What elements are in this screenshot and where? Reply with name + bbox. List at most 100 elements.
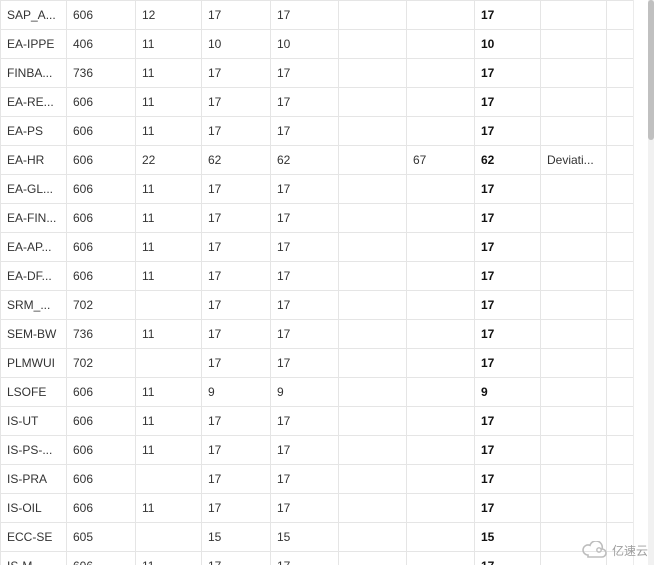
table-row[interactable]: LSOFE60611999: [1, 378, 634, 407]
table-cell[interactable]: 11: [136, 204, 202, 233]
table-cell[interactable]: [541, 1, 607, 30]
table-cell[interactable]: 606: [67, 233, 136, 262]
table-cell[interactable]: 11: [136, 59, 202, 88]
table-cell[interactable]: [607, 146, 634, 175]
table-cell[interactable]: [607, 291, 634, 320]
table-cell[interactable]: 17: [271, 175, 339, 204]
table-cell[interactable]: 11: [136, 262, 202, 291]
table-cell[interactable]: 17: [271, 320, 339, 349]
table-cell[interactable]: 606: [67, 262, 136, 291]
table-row[interactable]: EA-GL...60611171717: [1, 175, 634, 204]
table-cell[interactable]: IS-OIL: [1, 494, 67, 523]
table-cell[interactable]: [339, 233, 407, 262]
table-cell[interactable]: [607, 320, 634, 349]
vertical-scrollbar-thumb[interactable]: [648, 0, 654, 140]
table-cell[interactable]: [607, 59, 634, 88]
table-cell[interactable]: [339, 523, 407, 552]
table-cell[interactable]: 17: [271, 407, 339, 436]
table-cell[interactable]: [136, 349, 202, 378]
table-cell[interactable]: [339, 465, 407, 494]
table-cell[interactable]: 17: [475, 320, 541, 349]
table-cell[interactable]: [339, 378, 407, 407]
table-cell[interactable]: [407, 494, 475, 523]
table-cell[interactable]: [407, 1, 475, 30]
table-cell[interactable]: 606: [67, 117, 136, 146]
table-cell[interactable]: [541, 378, 607, 407]
table-cell[interactable]: ECC-SE: [1, 523, 67, 552]
table-cell[interactable]: [541, 88, 607, 117]
table-cell[interactable]: [339, 30, 407, 59]
table-row[interactable]: FINBA...73611171717: [1, 59, 634, 88]
table-cell[interactable]: [607, 349, 634, 378]
table-cell[interactable]: [541, 262, 607, 291]
table-cell[interactable]: 17: [271, 494, 339, 523]
table-cell[interactable]: [407, 378, 475, 407]
table-cell[interactable]: 17: [202, 436, 271, 465]
table-row[interactable]: IS-M60611171717: [1, 552, 634, 565]
table-cell[interactable]: [407, 320, 475, 349]
table-cell[interactable]: 606: [67, 88, 136, 117]
table-cell[interactable]: 17: [475, 436, 541, 465]
table-cell[interactable]: Deviati...: [541, 146, 607, 175]
table-row[interactable]: EA-FIN...60611171717: [1, 204, 634, 233]
table-cell[interactable]: [541, 233, 607, 262]
table-cell[interactable]: [339, 494, 407, 523]
table-cell[interactable]: EA-HR: [1, 146, 67, 175]
table-cell[interactable]: [541, 320, 607, 349]
table-cell[interactable]: 17: [202, 349, 271, 378]
table-cell[interactable]: 17: [475, 59, 541, 88]
table-cell[interactable]: [607, 523, 634, 552]
table-cell[interactable]: 17: [271, 262, 339, 291]
table-cell[interactable]: [339, 88, 407, 117]
table-cell[interactable]: [339, 436, 407, 465]
table-cell[interactable]: 17: [271, 291, 339, 320]
table-cell[interactable]: SAP_A...: [1, 1, 67, 30]
table-cell[interactable]: 17: [202, 175, 271, 204]
table-row[interactable]: PLMWUI702171717: [1, 349, 634, 378]
table-cell[interactable]: 606: [67, 552, 136, 565]
table-cell[interactable]: EA-AP...: [1, 233, 67, 262]
table-cell[interactable]: [541, 407, 607, 436]
table-cell[interactable]: 17: [202, 117, 271, 146]
table-cell[interactable]: [541, 59, 607, 88]
table-cell[interactable]: [607, 407, 634, 436]
table-cell[interactable]: 702: [67, 349, 136, 378]
table-cell[interactable]: 606: [67, 204, 136, 233]
table-cell[interactable]: 17: [475, 494, 541, 523]
table-cell[interactable]: 17: [475, 407, 541, 436]
table-cell[interactable]: 11: [136, 88, 202, 117]
table-cell[interactable]: 15: [202, 523, 271, 552]
table-cell[interactable]: [541, 175, 607, 204]
table-cell[interactable]: 62: [271, 146, 339, 175]
table-cell[interactable]: [407, 88, 475, 117]
table-cell[interactable]: [607, 465, 634, 494]
table-cell[interactable]: 22: [136, 146, 202, 175]
table-cell[interactable]: 17: [475, 233, 541, 262]
table-cell[interactable]: 17: [475, 88, 541, 117]
table-cell[interactable]: 10: [475, 30, 541, 59]
table-cell[interactable]: [407, 59, 475, 88]
table-row[interactable]: EA-PS60611171717: [1, 117, 634, 146]
table-cell[interactable]: 17: [271, 436, 339, 465]
table-cell[interactable]: 17: [202, 291, 271, 320]
table-cell[interactable]: [607, 262, 634, 291]
table-row[interactable]: IS-PS-...60611171717: [1, 436, 634, 465]
table-cell[interactable]: 11: [136, 233, 202, 262]
table-cell[interactable]: [541, 465, 607, 494]
table-cell[interactable]: 11: [136, 30, 202, 59]
table-cell[interactable]: 17: [475, 1, 541, 30]
table-cell[interactable]: [339, 320, 407, 349]
table-cell[interactable]: 406: [67, 30, 136, 59]
table-cell[interactable]: 17: [271, 349, 339, 378]
table-cell[interactable]: [607, 1, 634, 30]
table-cell[interactable]: [407, 436, 475, 465]
table-cell[interactable]: [339, 262, 407, 291]
table-cell[interactable]: 17: [202, 204, 271, 233]
table-cell[interactable]: [407, 291, 475, 320]
table-row[interactable]: SAP_A...60612171717: [1, 1, 634, 30]
table-cell[interactable]: 11: [136, 552, 202, 565]
table-cell[interactable]: 17: [202, 552, 271, 565]
table-cell[interactable]: 17: [271, 1, 339, 30]
table-cell[interactable]: [541, 291, 607, 320]
table-cell[interactable]: [339, 175, 407, 204]
